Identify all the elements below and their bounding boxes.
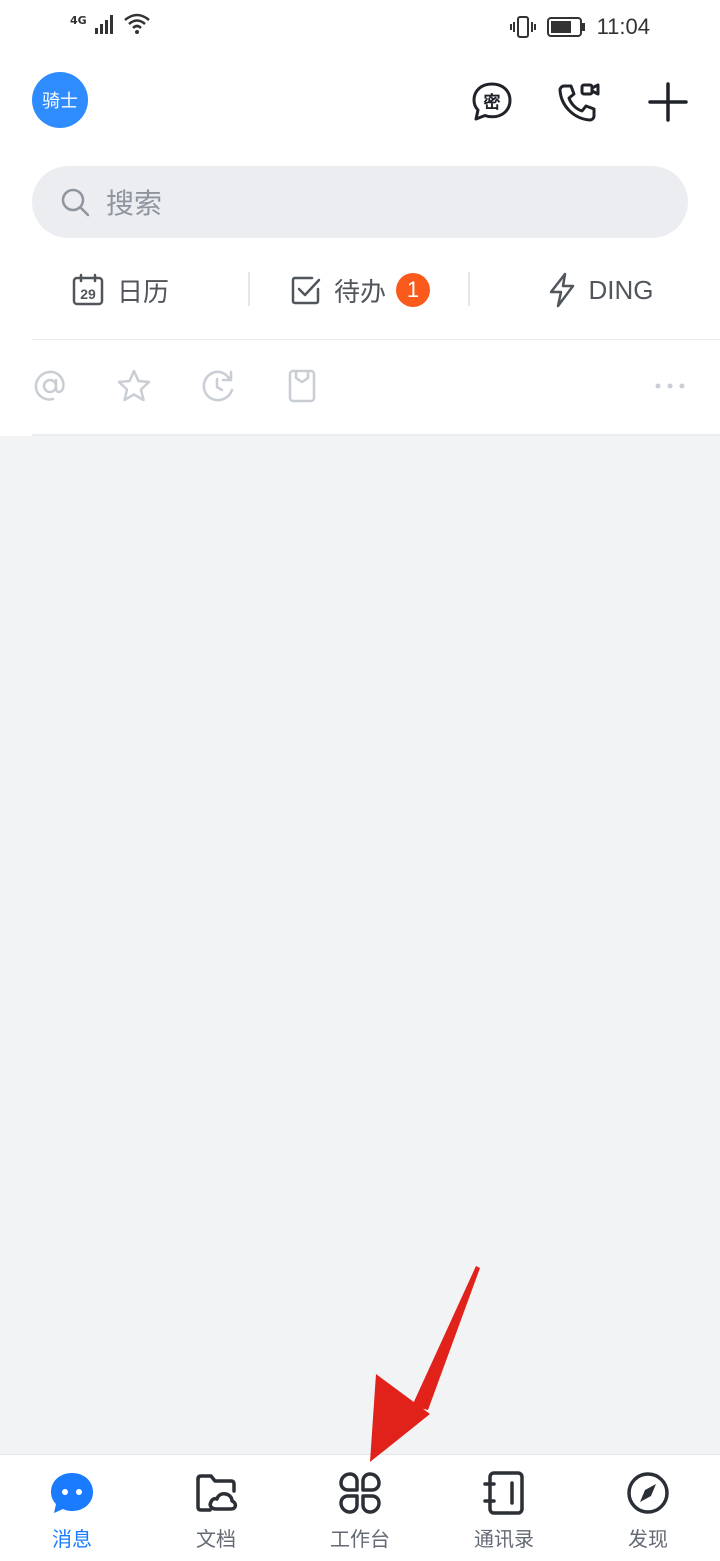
tab-contacts[interactable]: 通讯录: [432, 1455, 576, 1561]
lightning-icon: [549, 272, 574, 308]
tab-messages[interactable]: 消息: [0, 1455, 144, 1561]
tab-label: 消息: [52, 1527, 92, 1551]
calendar-shortcut[interactable]: 29 日历: [0, 262, 240, 318]
tab-workbench[interactable]: 工作台: [288, 1455, 432, 1561]
tab-docs[interactable]: 文档: [144, 1455, 288, 1561]
avatar[interactable]: 骑士: [32, 72, 88, 128]
tab-label: 通讯录: [474, 1527, 534, 1551]
contacts-icon: [483, 1471, 524, 1515]
history-filter[interactable]: [200, 368, 236, 404]
more-icon: [655, 383, 685, 389]
calendar-icon: 29: [72, 273, 104, 306]
secret-chat-icon: 密: [472, 82, 512, 121]
add-icon: [648, 82, 688, 122]
vibrate-icon: [509, 16, 536, 38]
message-icon: [51, 1473, 93, 1513]
signal-icon: [94, 15, 113, 34]
todo-label: 待办: [333, 276, 386, 307]
message-list-area: [0, 436, 720, 1454]
ding-shortcut[interactable]: DING: [480, 262, 720, 318]
mention-icon: [34, 370, 65, 401]
status-right: 11:04: [509, 14, 650, 40]
ding-label: DING: [588, 274, 654, 305]
status-left: 4G: [70, 12, 151, 36]
workbench-icon: [339, 1472, 381, 1514]
star-filter[interactable]: [116, 368, 152, 404]
svg-text:密: 密: [484, 92, 501, 113]
clock: 11:04: [596, 14, 650, 39]
compass-icon: [627, 1472, 669, 1514]
network-type: 4G: [70, 14, 87, 27]
more-button[interactable]: [652, 368, 688, 404]
tab-icon-wrap: [626, 1471, 670, 1515]
todo-shortcut[interactable]: 待办 1: [240, 262, 480, 318]
calendar-label: 日历: [116, 276, 169, 307]
header: 骑士 密: [0, 70, 720, 134]
video-call-icon: [558, 83, 600, 122]
wifi-icon: [123, 13, 150, 34]
tab-bar: 消息 文档 工作台 通讯录 发现: [0, 1454, 720, 1561]
filter-row: [0, 340, 720, 436]
secret-chat-button[interactable]: 密: [468, 78, 516, 126]
tab-label: 工作台: [330, 1527, 390, 1551]
tab-icon-wrap: [482, 1471, 526, 1515]
separator: [468, 272, 470, 306]
quick-actions: 29 日历 待办 1 DING: [0, 262, 720, 318]
tab-icon-wrap: [338, 1471, 382, 1515]
search-bar[interactable]: 搜索: [32, 166, 688, 238]
tab-label: 发现: [628, 1527, 668, 1551]
svg-text:29: 29: [80, 286, 96, 302]
todo-icon: [291, 276, 321, 305]
search-placeholder: 搜索: [106, 187, 163, 220]
battery-icon: [546, 17, 585, 37]
status-bar: 4G 11:04: [0, 0, 720, 56]
history-icon: [202, 370, 234, 402]
todo-badge: 1: [396, 273, 430, 307]
bookmark-filter[interactable]: [284, 368, 320, 404]
docs-folder-icon: [196, 1474, 238, 1512]
tab-discover[interactable]: 发现: [576, 1455, 720, 1561]
tab-icon-wrap: [194, 1471, 238, 1515]
bookmark-icon: [288, 369, 316, 403]
add-button[interactable]: [644, 78, 692, 126]
tab-label: 文档: [196, 1527, 236, 1551]
mention-filter[interactable]: [32, 368, 68, 404]
star-icon: [117, 369, 151, 402]
search-icon: [61, 188, 90, 217]
tab-icon-wrap: [50, 1471, 94, 1515]
video-call-button[interactable]: [554, 78, 602, 126]
